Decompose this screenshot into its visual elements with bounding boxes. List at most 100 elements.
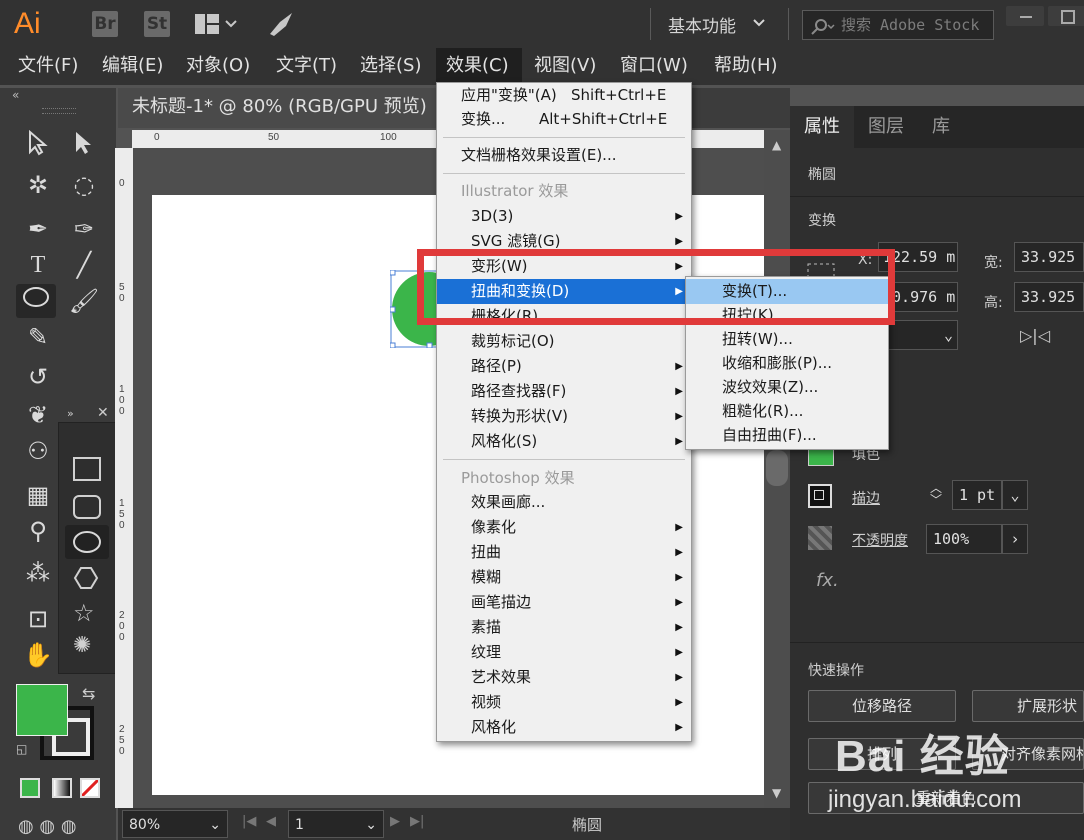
ellipse-tool-icon[interactable] [16, 284, 56, 318]
opacity-label[interactable]: 不透明度 [852, 530, 908, 550]
close-icon[interactable]: ✕ [97, 405, 109, 421]
rounded-rectangle-tool-icon[interactable] [73, 495, 101, 519]
menu-item-transform[interactable]: 变换... Alt+Shift+Ctrl+E [437, 107, 691, 132]
menu-item-convert-to-shape[interactable]: 转换为形状(V) ▶ [437, 404, 691, 429]
stroke-label[interactable]: 描边 [852, 488, 880, 508]
artboard-tool-icon[interactable]: ⊡ [18, 602, 58, 636]
menu-effect[interactable]: 效果(C) [436, 48, 522, 85]
submenu-item-pucker-bloat[interactable]: 收缩和膨胀(P)... [686, 351, 888, 376]
menu-object[interactable]: 对象(O) [186, 48, 250, 85]
opacity-expand-button[interactable]: › [1002, 524, 1028, 554]
offset-path-button[interactable]: 位移路径 [808, 690, 956, 722]
menu-item-3d[interactable]: 3D(3) ▶ [437, 204, 691, 229]
menu-window[interactable]: 窗口(W) [620, 48, 688, 85]
magic-wand-tool-icon[interactable]: ✲ [18, 168, 58, 202]
menu-item-distort[interactable]: 扭曲 ▶ [437, 540, 691, 565]
last-artboard-icon[interactable]: ▶| [410, 814, 424, 829]
eyedropper-tool-icon[interactable]: ⚲ [18, 514, 58, 548]
flip-horizontal-icon[interactable]: ▷|◁ [1020, 326, 1050, 345]
scroll-down-icon[interactable]: ▼ [772, 786, 781, 800]
color-mode-icon[interactable] [20, 778, 40, 798]
minimize-button[interactable] [1006, 6, 1044, 26]
menu-item-video[interactable]: 视频 ▶ [437, 690, 691, 715]
submenu-item-twist[interactable]: 扭转(W)... [686, 327, 888, 352]
symbol-sprayer-tool-icon[interactable]: ⁂ [18, 556, 58, 590]
vertical-scrollbar[interactable]: ▲ ▼ [764, 130, 790, 808]
menu-view[interactable]: 视图(V) [534, 48, 596, 85]
menu-item-apply-transform[interactable]: 应用"变换"(A) Shift+Ctrl+E [437, 83, 691, 108]
stock-search-input[interactable]: 搜索 Adobe Stock [802, 10, 994, 40]
none-mode-icon[interactable] [80, 778, 100, 798]
direct-selection-tool-icon[interactable] [64, 130, 104, 164]
arrange-documents-icon[interactable] [194, 13, 237, 35]
rotate-tool-icon[interactable]: ↺ [18, 360, 58, 394]
bridge-icon[interactable]: Br [92, 11, 118, 37]
menu-edit[interactable]: 编辑(E) [102, 48, 163, 85]
menu-item-texture[interactable]: 纹理 ▶ [437, 640, 691, 665]
zoom-level-field[interactable]: 80% ⌄ [122, 810, 228, 838]
previous-artboard-icon[interactable]: ◀ [266, 814, 276, 829]
menu-item-document-raster-settings[interactable]: 文档栅格效果设置(E)... [437, 143, 691, 168]
line-segment-tool-icon[interactable]: ╱ [64, 248, 104, 282]
type-tool-icon[interactable]: T [18, 248, 58, 282]
submenu-item-free-distort[interactable]: 自由扭曲(F)... [686, 423, 888, 448]
submenu-item-zig-zag[interactable]: 波纹效果(Z)... [686, 375, 888, 400]
menu-item-stylize-ps[interactable]: 风格化 ▶ [437, 715, 691, 740]
submenu-item-roughen[interactable]: 粗糙化(R)... [686, 399, 888, 424]
stroke-color-swatch[interactable] [808, 484, 832, 508]
first-artboard-icon[interactable]: |◀ [242, 814, 256, 829]
maximize-button[interactable] [1048, 6, 1084, 26]
stroke-weight-dropdown[interactable]: ⌄ [1002, 480, 1028, 510]
menu-item-blur[interactable]: 模糊 ▶ [437, 565, 691, 590]
opacity-field[interactable]: 100% [926, 524, 1002, 554]
flyout-expand-icon[interactable]: » [67, 407, 74, 420]
expand-shape-button[interactable]: 扩展形状 [972, 690, 1084, 722]
ellipse-flyout-tool-icon[interactable] [65, 525, 109, 559]
lasso-tool-icon[interactable]: ◌ [64, 168, 104, 202]
menu-item-pathfinder[interactable]: 路径查找器(F) ▶ [437, 379, 691, 404]
workspace-switcher[interactable]: 基本功能 [668, 12, 736, 37]
menu-item-stylize[interactable]: 风格化(S) ▶ [437, 429, 691, 454]
document-tab[interactable]: 未标题-1* @ 80% (RGB/GPU 预览) [118, 88, 448, 128]
menu-item-sketch[interactable]: 素描 ▶ [437, 615, 691, 640]
stock-icon[interactable]: St [144, 11, 170, 37]
hand-tool-icon[interactable]: ✋ [18, 638, 58, 672]
paintbrush-tool-icon[interactable]: 🖌 [64, 284, 104, 318]
panel-grip[interactable] [42, 108, 76, 114]
height-field[interactable]: 33.925 [1014, 282, 1084, 312]
warp-tool-icon[interactable]: ❦ [18, 398, 58, 432]
effects-icon[interactable]: fx. [816, 570, 839, 591]
next-artboard-icon[interactable]: ▶ [390, 814, 400, 829]
menu-type[interactable]: 文字(T) [276, 48, 337, 85]
menu-help[interactable]: 帮助(H) [714, 48, 778, 85]
menu-item-brush-strokes[interactable]: 画笔描边 ▶ [437, 590, 691, 615]
gradient-mode-icon[interactable] [52, 778, 72, 798]
menu-file[interactable]: 文件(F) [18, 48, 78, 85]
flare-tool-icon[interactable]: ✺ [73, 633, 91, 658]
fill-swatch[interactable] [16, 684, 68, 736]
star-tool-icon[interactable]: ☆ [73, 599, 95, 627]
mesh-tool-icon[interactable]: ▦ [18, 478, 58, 512]
default-colors-icon[interactable]: ◱ [16, 742, 27, 756]
tab-libraries[interactable]: 库 [932, 106, 950, 148]
polygon-tool-icon[interactable] [73, 565, 99, 595]
shape-builder-tool-icon[interactable]: ⚇ [18, 434, 58, 468]
vertical-ruler[interactable]: 0 5 0 1 0 0 1 5 0 2 0 0 2 5 0 [115, 148, 133, 808]
artboard-number-field[interactable]: 1 ⌄ [288, 810, 384, 838]
menu-item-artistic[interactable]: 艺术效果 ▶ [437, 665, 691, 690]
selection-tool-icon[interactable] [18, 129, 58, 164]
chevron-down-icon[interactable] [752, 16, 766, 34]
curvature-tool-icon[interactable]: ✑ [64, 212, 104, 246]
shaper-tool-icon[interactable]: ✎ [18, 320, 58, 354]
menu-item-path[interactable]: 路径(P) ▶ [437, 354, 691, 379]
scroll-up-icon[interactable]: ▲ [772, 138, 781, 152]
menu-item-pixelate[interactable]: 像素化 ▶ [437, 515, 691, 540]
menu-select[interactable]: 选择(S) [360, 48, 421, 85]
rectangle-tool-icon[interactable] [73, 457, 101, 481]
drawing-modes-icon[interactable]: ◍ ◍ ◍ [18, 816, 77, 837]
swap-colors-icon[interactable]: ⇆ [82, 684, 95, 703]
pen-tool-icon[interactable]: ✒ [18, 212, 58, 246]
menu-item-crop-marks[interactable]: 裁剪标记(O) [437, 329, 691, 354]
gpu-performance-icon[interactable] [266, 10, 296, 38]
stroke-weight-field[interactable]: 1 pt [952, 480, 1002, 510]
